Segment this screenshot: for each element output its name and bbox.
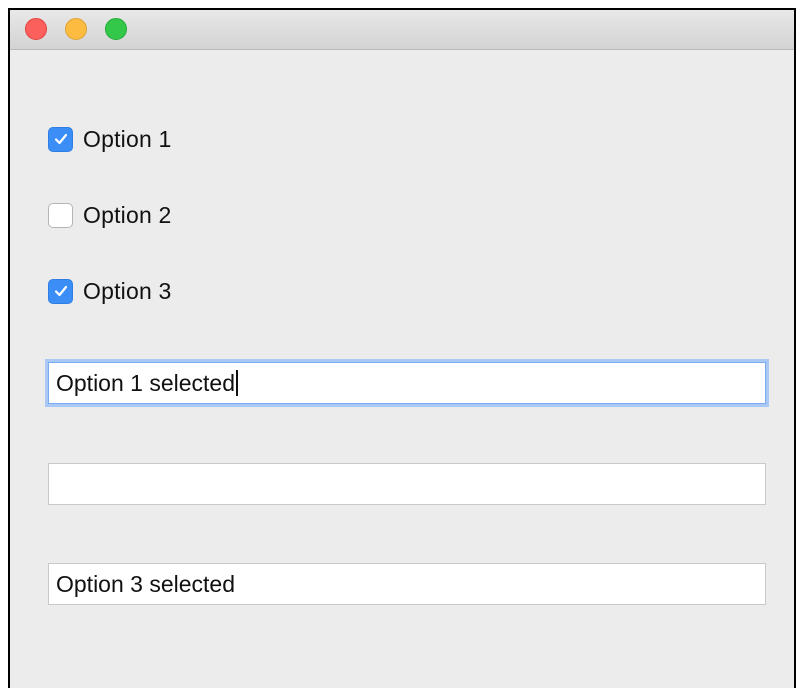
checkbox-option-2-box[interactable] <box>48 202 73 228</box>
checkbox-option-1[interactable]: Option 1 <box>48 124 172 154</box>
checkbox-option-3-box[interactable] <box>48 278 73 304</box>
text-field-option-2[interactable] <box>48 463 766 505</box>
title-bar[interactable] <box>10 10 794 50</box>
zoom-window-button[interactable] <box>105 18 127 40</box>
checkbox-option-3[interactable]: Option 3 <box>48 276 172 306</box>
text-field-option-3-value: Option 3 selected <box>56 570 236 597</box>
checkbox-option-2-label: Option 2 <box>83 201 172 228</box>
checkbox-option-1-label: Option 1 <box>83 125 172 152</box>
text-field-option-1-value: Option 1 selected <box>56 369 236 396</box>
close-window-button[interactable] <box>25 18 47 40</box>
checkbox-option-1-box[interactable] <box>48 126 73 152</box>
app-window: Option 1 Option 2 Option 3 Option 1 sele… <box>8 8 796 688</box>
minimize-window-button[interactable] <box>65 18 87 40</box>
text-caret <box>236 370 239 396</box>
text-field-option-3[interactable]: Option 3 selected <box>48 563 766 605</box>
checkbox-option-3-label: Option 3 <box>83 277 172 304</box>
text-field-option-1[interactable]: Option 1 selected <box>48 362 766 404</box>
checkmark-icon <box>54 285 67 297</box>
checkbox-option-2[interactable]: Option 2 <box>48 200 172 230</box>
checkmark-icon <box>54 133 67 145</box>
